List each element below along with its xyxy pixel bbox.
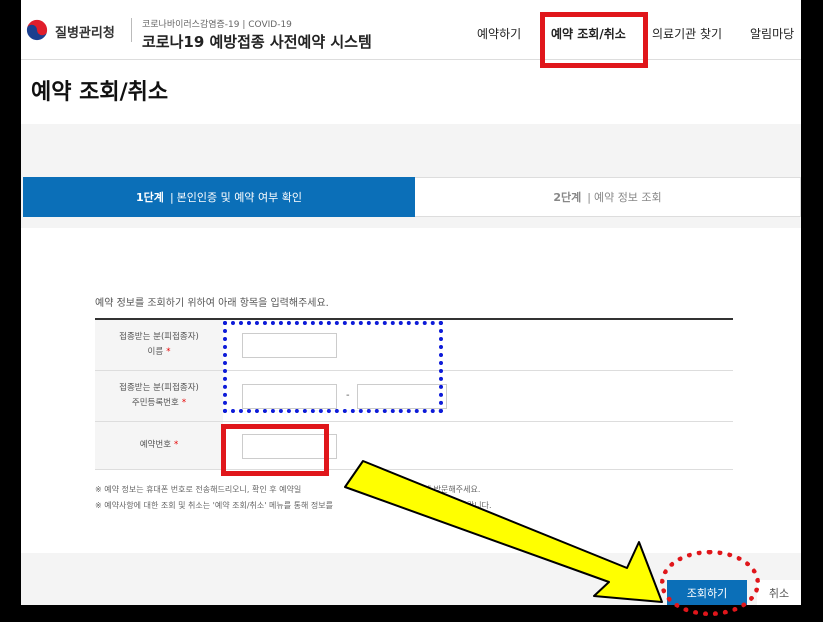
reservation-page: 질병관리청 코로나바이러스감염증-19 | COVID-19 코로나19 예방접… <box>21 0 801 605</box>
header-divider <box>131 18 132 42</box>
reservation-label-text: 예약번호 <box>139 440 172 450</box>
page-title: 예약 조회/취소 <box>31 80 169 105</box>
step-1-divider: | <box>169 190 174 204</box>
name-label-line2: 이름 <box>147 347 164 357</box>
step-2-divider: | <box>587 190 591 204</box>
step-1-tab: 1단계 | 본인인증 및 예약 여부 확인 <box>23 177 415 217</box>
note-1: ※ 예약 정보는 휴대폰 번호로 전송해드리오니, 확인 후 예약일 에 방문해… <box>95 484 480 495</box>
note-2-tail: 바랍니다. <box>459 501 492 510</box>
name-label-line1: 접종받는 분(피접종자) <box>119 332 199 342</box>
step-2-label: 예약 정보 조회 <box>593 191 662 204</box>
nav-notice[interactable]: 알림마당 <box>750 25 794 42</box>
note-2-text: ※ 예약사항에 대한 조회 및 취소는 '예약 조회/취소' 메뉴를 통해 정보… <box>95 501 333 510</box>
note-1-tail: 에 방문해주세요. <box>423 485 481 494</box>
reservation-label: 예약번호 * <box>95 422 223 469</box>
system-title[interactable]: 코로나19 예방접종 사전예약 시스템 <box>142 31 372 52</box>
rrn-label-line2: 주민등록번호 <box>131 398 179 408</box>
nav-reserve[interactable]: 예약하기 <box>477 25 521 42</box>
step-1-label: 본인인증 및 예약 여부 확인 <box>176 191 302 204</box>
government-emblem-icon <box>26 19 48 41</box>
agency-name[interactable]: 질병관리청 <box>55 22 115 41</box>
cancel-button[interactable]: 취소 <box>757 580 801 605</box>
highlight-nav-lookup-box <box>540 12 648 68</box>
note-2: ※ 예약사항에 대한 조회 및 취소는 '예약 조회/취소' 메뉴를 통해 정보… <box>95 500 491 511</box>
name-label: 접종받는 분(피접종자) 이름 * <box>95 320 223 370</box>
nav-find-clinic[interactable]: 의료기관 찾기 <box>652 25 722 42</box>
form-row-reservation: 예약번호 * <box>95 422 733 470</box>
rrn-label: 접종받는 분(피접종자) 주민등록번호 * <box>95 371 223 421</box>
highlight-identity-fields-box <box>223 321 443 413</box>
required-mark: * <box>174 440 179 450</box>
rrn-label-line1: 접종받는 분(피접종자) <box>119 383 199 393</box>
form-intro: 예약 정보를 조회하기 위하여 아래 항목을 입력해주세요. <box>95 298 329 309</box>
site-header: 질병관리청 코로나바이러스감염증-19 | COVID-19 코로나19 예방접… <box>21 0 801 60</box>
step-2-number: 2단계 <box>553 191 582 204</box>
required-mark: * <box>181 398 187 408</box>
required-mark: * <box>166 347 171 357</box>
step-1-number: 1단계 <box>136 191 164 204</box>
note-1-text: ※ 예약 정보는 휴대폰 번호로 전송해드리오니, 확인 후 예약일 <box>95 485 302 494</box>
highlight-reservation-number-box <box>221 424 329 476</box>
highlight-search-button-circle <box>660 550 760 616</box>
step-2-tab: 2단계 | 예약 정보 조회 <box>415 177 801 217</box>
system-subtitle: 코로나바이러스감염증-19 | COVID-19 <box>142 20 292 30</box>
